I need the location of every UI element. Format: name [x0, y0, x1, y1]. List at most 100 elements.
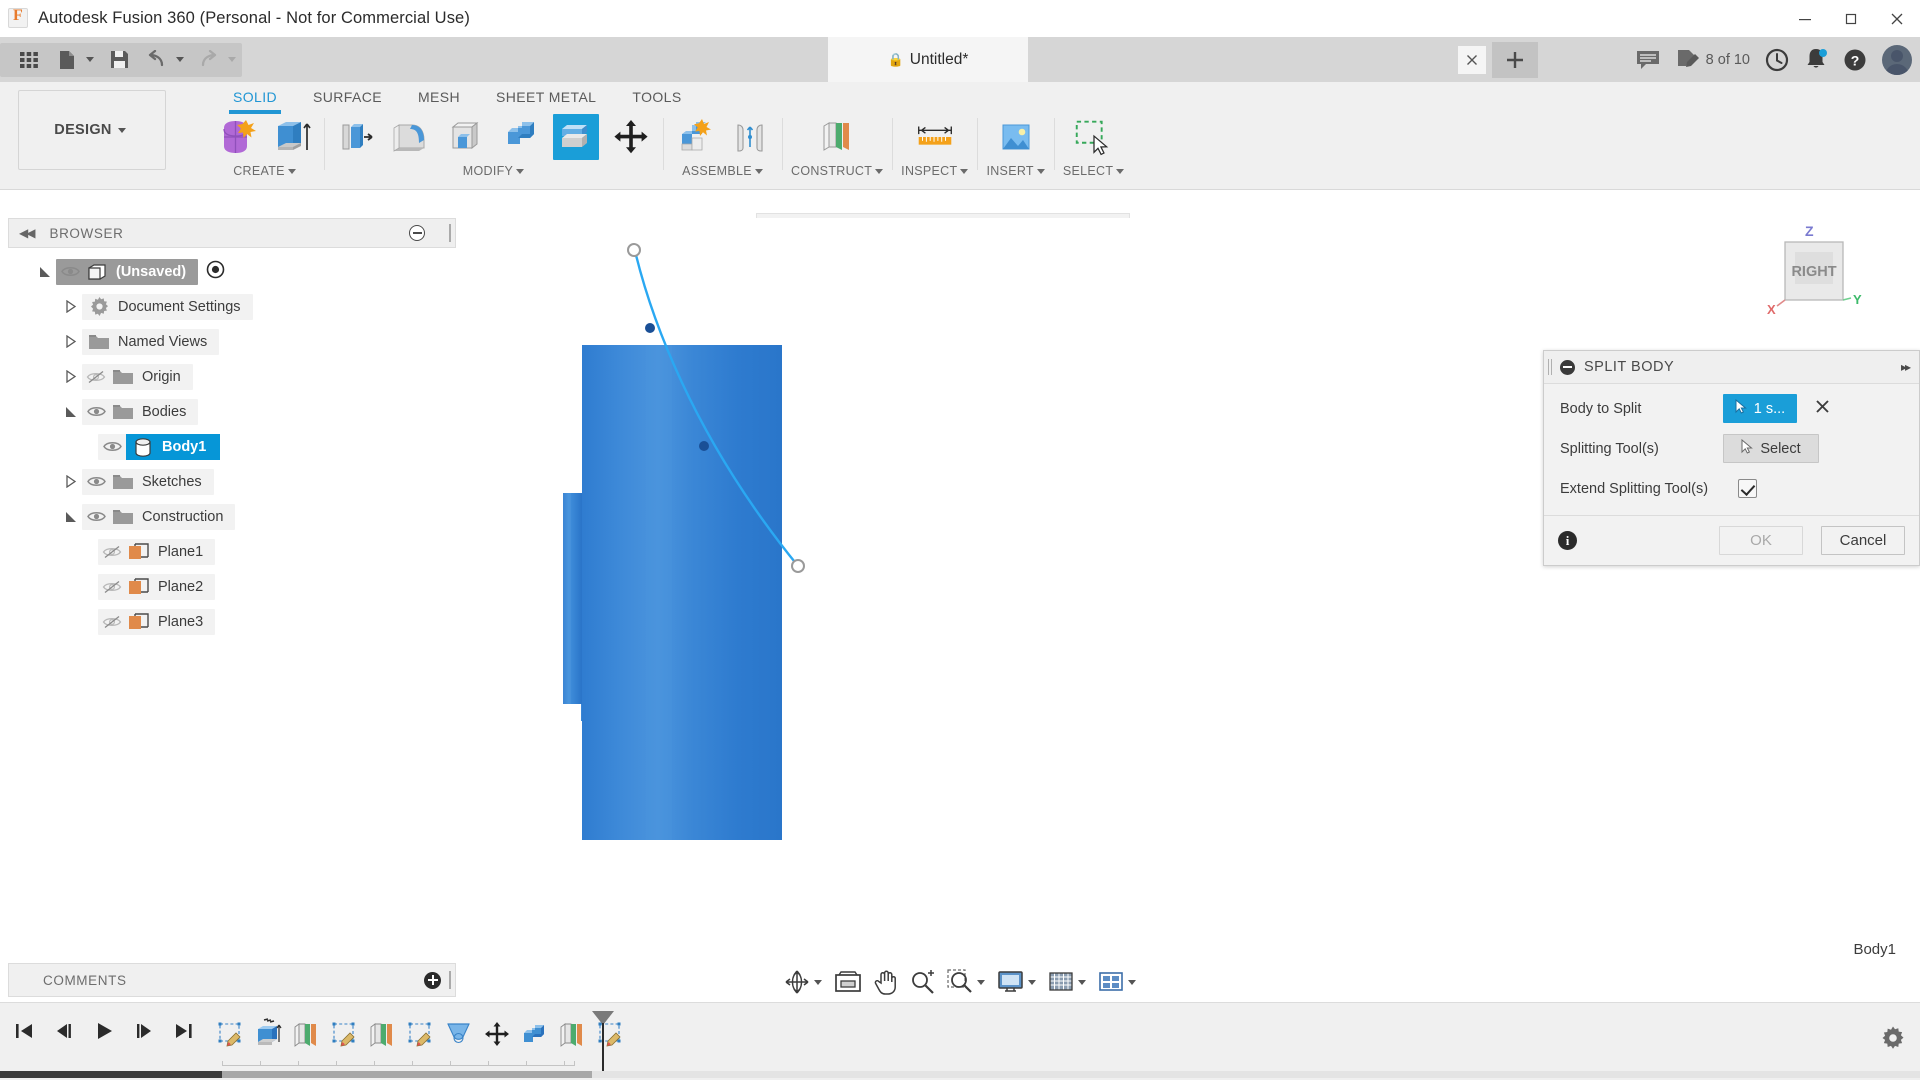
tab-mesh[interactable]: MESH	[400, 84, 478, 111]
tree-item-sketches[interactable]: Sketches	[8, 464, 456, 499]
fillet-icon[interactable]	[388, 114, 434, 160]
zoom-button[interactable]	[906, 965, 939, 999]
extend-splitting-tools-checkbox[interactable]	[1738, 479, 1757, 498]
scrollbar-thumb[interactable]	[222, 1071, 592, 1078]
tree-item-plane1[interactable]: Plane1	[8, 534, 456, 569]
double-left-arrow-icon[interactable]: ◀◀	[19, 226, 36, 240]
view-cube[interactable]: Z RIGHT X Y	[1754, 218, 1874, 328]
visibility-hidden-icon[interactable]	[98, 615, 126, 629]
chevron-down-icon[interactable]	[1128, 979, 1136, 985]
new-document-button[interactable]	[50, 45, 84, 75]
split-body-dialog-header[interactable]: SPLIT BODY ▸▸	[1544, 351, 1919, 384]
timeline-sketch-1[interactable]	[212, 1009, 250, 1059]
save-button[interactable]	[102, 45, 136, 75]
orbit-button[interactable]	[780, 965, 826, 999]
app-grid-button[interactable]	[12, 45, 46, 75]
step-forward-button[interactable]	[130, 1017, 158, 1045]
timeline-plane-3[interactable]	[554, 1009, 592, 1059]
visibility-hidden-icon[interactable]	[98, 580, 126, 594]
comments-resize-grip[interactable]	[449, 971, 451, 989]
help-button[interactable]: ?	[1842, 47, 1868, 73]
ok-button[interactable]: OK	[1719, 526, 1803, 555]
chevron-down-icon[interactable]	[287, 168, 296, 174]
tree-item-unsaved[interactable]: (Unsaved)	[8, 254, 456, 289]
look-at-button[interactable]	[830, 965, 866, 999]
new-component-icon[interactable]	[672, 114, 718, 160]
go-to-end-button[interactable]	[170, 1017, 198, 1045]
chevron-down-icon[interactable]	[754, 168, 763, 174]
dialog-drag-grip[interactable]	[1548, 359, 1552, 375]
visibility-eye-icon[interactable]	[98, 440, 126, 453]
redo-caret-icon[interactable]	[228, 57, 236, 62]
scrollbar-thumb-left[interactable]	[0, 1071, 222, 1078]
timeline-settings-button[interactable]	[1880, 1025, 1906, 1056]
tree-item-bodies[interactable]: Bodies	[8, 394, 456, 429]
chevron-down-icon[interactable]	[1078, 979, 1086, 985]
redo-button[interactable]	[192, 45, 226, 75]
chevron-down-icon[interactable]	[875, 168, 884, 174]
offset-plane-icon[interactable]	[814, 114, 860, 160]
grid-snap-button[interactable]	[1044, 965, 1090, 999]
collapse-triangle-icon[interactable]	[60, 370, 82, 383]
measure-icon[interactable]	[912, 114, 958, 160]
close-button[interactable]	[1874, 0, 1920, 37]
cancel-button[interactable]: Cancel	[1821, 526, 1905, 555]
display-settings-button[interactable]	[993, 965, 1040, 999]
timeline-loft-1[interactable]	[440, 1009, 478, 1059]
job-status-button[interactable]	[1764, 47, 1790, 73]
chevron-down-icon[interactable]	[1028, 979, 1036, 985]
tree-item-origin[interactable]: Origin	[8, 359, 456, 394]
tree-item-plane3[interactable]: Plane3	[8, 604, 456, 639]
timeline-plane-2[interactable]	[364, 1009, 402, 1059]
collapse-triangle-icon[interactable]	[60, 475, 82, 488]
workspace-switcher[interactable]: DESIGN	[18, 90, 166, 170]
collapse-triangle-icon[interactable]	[60, 300, 82, 313]
plus-circle-icon[interactable]	[424, 971, 441, 989]
new-sketch-icon[interactable]	[214, 114, 260, 160]
new-document-caret-icon[interactable]	[86, 57, 94, 62]
visibility-hidden-icon[interactable]	[82, 370, 110, 384]
chevron-down-icon[interactable]	[977, 979, 985, 985]
zoom-window-button[interactable]	[943, 965, 989, 999]
document-tab-close-button[interactable]	[1458, 46, 1486, 74]
splitting-tools-select-button[interactable]: Select	[1723, 434, 1819, 463]
file-edit-button[interactable]: 8 of 10	[1675, 49, 1750, 71]
account-avatar[interactable]	[1882, 44, 1912, 75]
timeline-sketch-2[interactable]	[326, 1009, 364, 1059]
chevron-down-icon[interactable]	[1116, 168, 1125, 174]
visibility-eye-icon[interactable]	[56, 265, 84, 278]
viewport[interactable]: Z RIGHT X Y Body1	[460, 218, 1920, 958]
timeline-plane-1[interactable]	[288, 1009, 326, 1059]
chevron-down-icon[interactable]	[516, 168, 525, 174]
visibility-eye-icon[interactable]	[82, 475, 110, 488]
body-to-split-select-button[interactable]: 1 s...	[1723, 394, 1797, 423]
insert-image-icon[interactable]	[993, 114, 1039, 160]
tab-surface[interactable]: SURFACE	[295, 84, 400, 111]
tree-item-body1[interactable]: Body1	[8, 429, 456, 464]
expand-triangle-icon[interactable]	[34, 265, 56, 279]
play-button[interactable]	[90, 1017, 118, 1045]
activate-radio-icon[interactable]	[206, 260, 225, 283]
go-to-beginning-button[interactable]	[10, 1017, 38, 1045]
expand-triangle-icon[interactable]	[60, 510, 82, 524]
tree-item-plane2[interactable]: Plane2	[8, 569, 456, 604]
combine-icon[interactable]	[498, 114, 544, 160]
undo-caret-icon[interactable]	[176, 57, 184, 62]
notifications-button[interactable]	[1804, 47, 1828, 73]
press-pull-icon[interactable]	[333, 114, 379, 160]
timeline-end-marker[interactable]	[590, 1009, 616, 1071]
step-back-button[interactable]	[50, 1017, 78, 1045]
tree-item-named-views[interactable]: Named Views	[8, 324, 456, 359]
visibility-hidden-icon[interactable]	[98, 545, 126, 559]
viewports-button[interactable]	[1094, 965, 1140, 999]
split-body-icon[interactable]	[553, 114, 599, 160]
undo-button[interactable]	[140, 45, 174, 75]
timeline-sketch-3[interactable]	[402, 1009, 440, 1059]
joint-icon[interactable]	[727, 114, 773, 160]
extrude-icon[interactable]	[269, 114, 315, 160]
new-tab-button[interactable]	[1492, 42, 1538, 78]
info-icon[interactable]: i	[1558, 531, 1577, 550]
browser-resize-grip[interactable]	[449, 224, 451, 242]
tab-tools[interactable]: TOOLS	[614, 84, 699, 111]
expand-triangle-icon[interactable]	[60, 405, 82, 419]
